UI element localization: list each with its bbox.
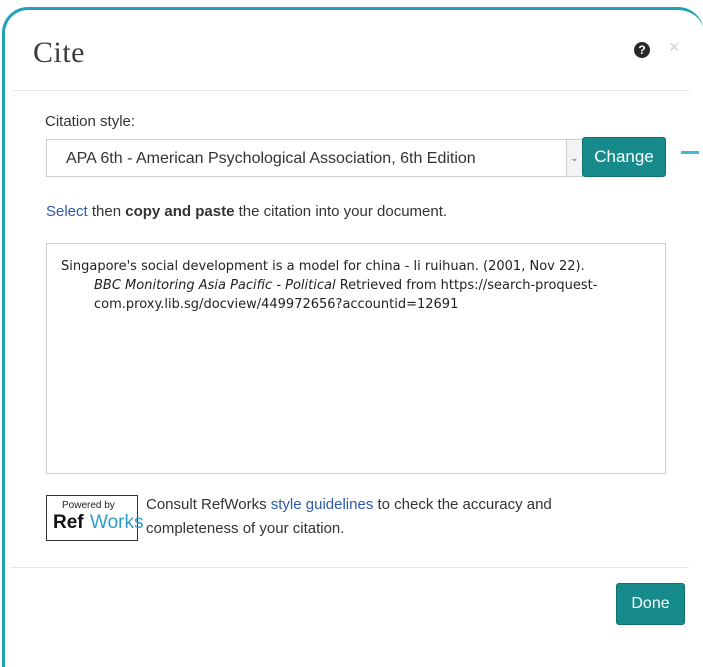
instruction-bold: copy and paste <box>125 203 235 220</box>
change-button[interactable]: Change <box>582 137 666 177</box>
refworks-logo-ref: Ref <box>53 512 84 533</box>
instruction-text: Select then copy and paste the citation … <box>46 203 447 220</box>
close-icon[interactable]: × <box>669 37 680 58</box>
refworks-powered-by: Powered by <box>62 500 115 511</box>
select-link[interactable]: Select <box>46 203 88 220</box>
citation-style-label: Citation style: <box>45 113 136 130</box>
citation-line-3: com.proxy.lib.sg/docview/449972656?accou… <box>94 297 459 312</box>
dialog-title: Cite <box>33 36 85 69</box>
instruction-rest: the citation into your document. <box>234 203 448 220</box>
citation-textbox[interactable]: Singapore's social development is a mode… <box>46 243 666 474</box>
footer-divider <box>10 567 689 568</box>
instruction-then: then <box>87 203 126 220</box>
consult-prefix: Consult RefWorks <box>146 496 271 513</box>
citation-line-2: BBC Monitoring Asia Pacific - Political … <box>61 276 655 295</box>
dialog-header: Cite ? × <box>13 10 690 91</box>
style-guidelines-link[interactable]: style guidelines <box>271 496 374 513</box>
chevron-down-icon[interactable]: ⌄ <box>566 140 582 176</box>
side-dash-marker <box>681 151 699 154</box>
help-icon[interactable]: ? <box>634 42 650 58</box>
citation-style-select[interactable]: APA 6th - American Psychological Associa… <box>46 139 583 177</box>
citation-source: BBC Monitoring Asia Pacific - Political <box>94 278 336 293</box>
citation-line-2-rest: Retrieved from https://search-proquest- <box>335 278 598 293</box>
citation-style-selected: APA 6th - American Psychological Associa… <box>66 150 476 167</box>
refworks-logo: Powered by Ref Works <box>46 495 143 541</box>
done-button[interactable]: Done <box>616 583 685 625</box>
refworks-logo-works: Works <box>90 512 144 533</box>
citation-line-1: Singapore's social development is a mode… <box>61 259 585 274</box>
consult-text: Consult RefWorks style guidelines to che… <box>146 493 606 541</box>
